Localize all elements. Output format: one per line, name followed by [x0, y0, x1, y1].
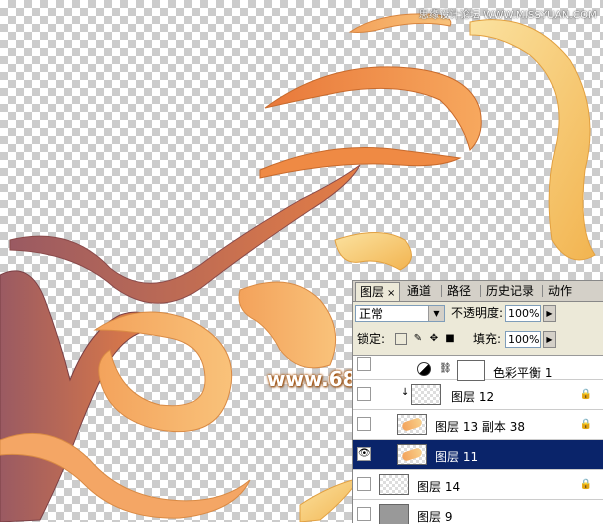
layer-row[interactable]: 图层 14 🔒 [353, 470, 603, 500]
layer-name: 色彩平衡 1 [493, 366, 553, 380]
layers-list[interactable]: ⛓ 色彩平衡 1 ↓ 图层 12 🔒 图层 13 副本 38 🔒 👁 图层 11 [353, 355, 603, 524]
panel-tabs: 图层 × 通道 路径 历史记录 动作 [353, 281, 603, 302]
eye-icon[interactable]: 👁 [357, 447, 371, 461]
fill-arrow-icon[interactable]: ▶ [543, 331, 556, 348]
chevron-down-icon[interactable]: ▼ [428, 306, 444, 321]
layer-name: 图层 14 [417, 480, 461, 494]
tab-divider [480, 285, 481, 297]
layer-row-selected[interactable]: 👁 图层 11 [353, 440, 603, 470]
visibility-toggle[interactable] [357, 417, 371, 431]
visibility-toggle[interactable] [357, 387, 371, 401]
lock-paint-icon[interactable]: ✎ [412, 333, 424, 345]
layer-name: 图层 13 副本 38 [435, 420, 525, 434]
blend-opacity-row: 正常 ▼ 不透明度: 100% ▶ [355, 305, 602, 325]
tab-divider [542, 285, 543, 297]
opacity-input[interactable]: 100% [505, 305, 541, 322]
tab-layers-label: 图层 [360, 285, 385, 299]
layer-row[interactable]: 图层 13 副本 38 🔒 [353, 410, 603, 440]
lock-label: 锁定: [357, 332, 386, 346]
fill-label: 填充: [473, 332, 502, 346]
layer-thumbnail[interactable] [397, 444, 427, 465]
tab-channels[interactable]: 通道 [403, 282, 435, 300]
layers-panel: 图层 × 通道 路径 历史记录 动作 正常 ▼ 不透明度: 100% ▶ 锁定: … [352, 280, 603, 524]
opacity-label: 不透明度: [451, 306, 504, 320]
lock-icon: 🔒 [579, 419, 592, 430]
lock-move-icon[interactable]: ✥ [428, 333, 440, 345]
blend-mode-value: 正常 [359, 307, 384, 321]
lock-all-icon[interactable]: ■ [444, 333, 456, 345]
layer-thumbnail[interactable] [379, 504, 409, 524]
stroke-bottom-right [299, 477, 362, 522]
watermark-top: 思缘设计论坛 WWW.MISSYUAN.COM [418, 10, 597, 21]
layer-thumbnail[interactable] [397, 414, 427, 435]
opacity-arrow-icon[interactable]: ▶ [543, 305, 556, 322]
layer-row[interactable]: 图层 9 [353, 500, 603, 524]
lock-icon: 🔒 [579, 389, 592, 400]
tab-divider [441, 285, 442, 297]
adjustment-icon [417, 362, 431, 376]
stroke-orange-chunk [238, 281, 337, 369]
blend-mode-select[interactable]: 正常 ▼ [355, 305, 445, 322]
lock-icon: 🔒 [579, 479, 592, 490]
visibility-toggle[interactable] [357, 357, 371, 371]
tab-layers[interactable]: 图层 × [355, 282, 401, 301]
layer-row[interactable]: ↓ 图层 12 🔒 [353, 380, 603, 410]
clipping-arrow-icon: ↓ [401, 387, 410, 398]
layer-name: 图层 12 [451, 390, 495, 404]
tab-actions[interactable]: 动作 [544, 282, 576, 300]
stroke-long-curve [9, 164, 361, 304]
layer-thumbnail[interactable] [411, 384, 441, 405]
layer-name: 图层 11 [435, 450, 479, 464]
lock-fill-row: 锁定: ✎ ✥ ■ 填充: 100% ▶ [355, 331, 602, 351]
stroke-orange-loop [93, 311, 233, 433]
stroke-yellow-mid [334, 232, 412, 271]
stroke-swoosh-2 [264, 66, 482, 151]
visibility-toggle[interactable] [357, 507, 371, 521]
tab-history[interactable]: 历史记录 [482, 282, 538, 300]
fill-input[interactable]: 100% [505, 331, 541, 348]
lock-transparency-icon[interactable] [395, 333, 407, 345]
link-icon: ⛓ [439, 363, 452, 374]
tab-paths[interactable]: 路径 [443, 282, 475, 300]
visibility-toggle[interactable] [357, 477, 371, 491]
layer-thumbnail[interactable] [379, 474, 409, 495]
stroke-swoosh-3 [259, 147, 462, 179]
layer-row[interactable]: ⛓ 色彩平衡 1 [353, 356, 603, 381]
close-icon[interactable]: × [387, 288, 395, 299]
stroke-yellow-hook [469, 19, 596, 261]
layer-mask-thumbnail[interactable] [457, 360, 485, 381]
